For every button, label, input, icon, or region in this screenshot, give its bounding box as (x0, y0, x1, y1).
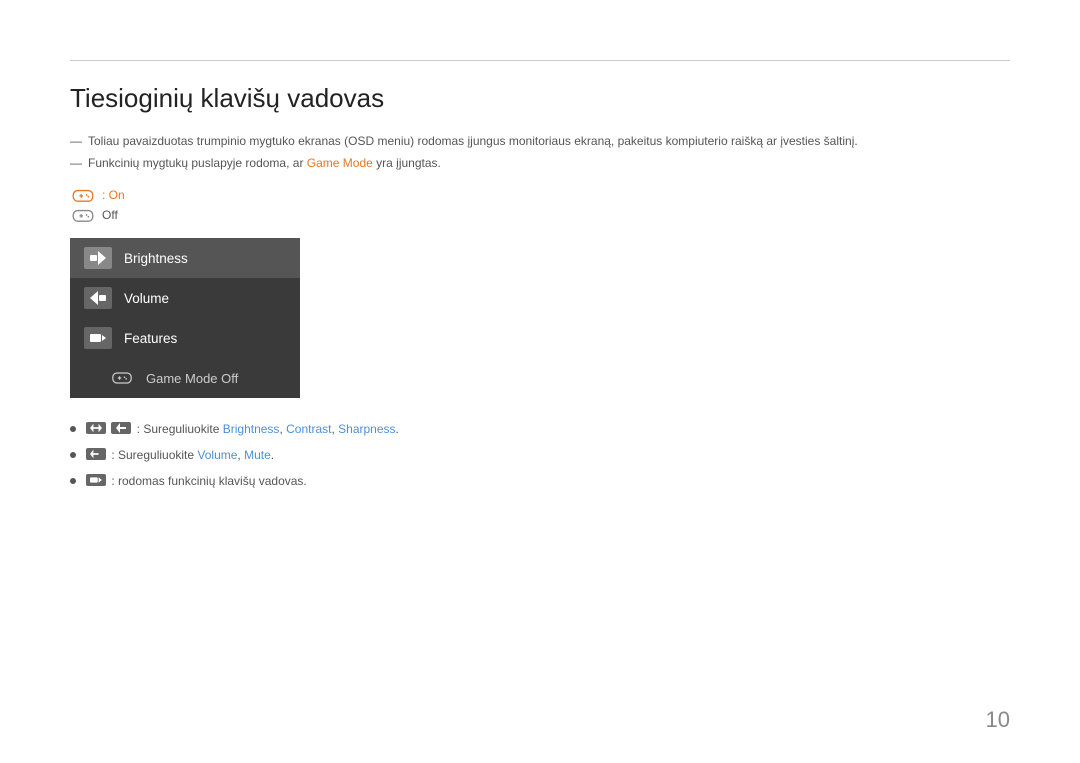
osd-gamemode-label: Game Mode Off (146, 371, 238, 386)
bullet-item-3: : rodomas funkcinių klavišų vadovas. (70, 472, 1010, 490)
link-sharpness[interactable]: Sharpness (338, 422, 395, 436)
gamemode-subitem-icon (108, 367, 136, 389)
gamepad-off-icon (70, 206, 96, 224)
game-mode-highlight: Game Mode (307, 156, 373, 170)
icon-status-block: : On Off (70, 186, 1010, 224)
bullet-text-2: : Sureguliuokite Volume, Mute. (86, 446, 274, 464)
desc-line-1: Toliau pavaizduotas trumpinio mygtuko ek… (70, 132, 1010, 150)
bullet-item-2: : Sureguliuokite Volume, Mute. (70, 446, 1010, 464)
features-btn-icon-inline (86, 474, 106, 486)
bullet-dot-3 (70, 478, 76, 484)
icon-off-line: Off (70, 206, 1010, 224)
link-mute[interactable]: Mute (244, 448, 271, 462)
osd-item-features[interactable]: Features (70, 318, 300, 358)
link-contrast[interactable]: Contrast (286, 422, 331, 436)
icon-on-line: : On (70, 186, 1010, 204)
left-right-btn-icon (86, 422, 106, 434)
gamepad-on-icon (70, 186, 96, 204)
osd-volume-label: Volume (124, 291, 169, 306)
left-btn-icon (111, 422, 131, 434)
top-divider (70, 60, 1010, 61)
osd-features-label: Features (124, 331, 177, 346)
bullet-text-3: : rodomas funkcinių klavišų vadovas. (86, 472, 307, 490)
volume-btn-icon-inline (86, 448, 106, 460)
osd-item-brightness[interactable]: Brightness (70, 238, 300, 278)
bullet-dot-2 (70, 452, 76, 458)
bullet-text-1: : Sureguliuokite Brightness, Contrast, S… (86, 420, 399, 438)
osd-menu: Brightness Volume Features (70, 238, 300, 398)
osd-item-volume[interactable]: Volume (70, 278, 300, 318)
page-title: Tiesioginių klavišų vadovas (70, 83, 1010, 114)
description-block: Toliau pavaizduotas trumpinio mygtuko ek… (70, 132, 1010, 172)
bullet-item-1: : Sureguliuokite Brightness, Contrast, S… (70, 420, 1010, 438)
link-brightness[interactable]: Brightness (223, 422, 280, 436)
osd-brightness-label: Brightness (124, 251, 188, 266)
desc-line-2: Funkcinių mygtukų puslapyje rodoma, ar G… (70, 154, 1010, 172)
volume-btn-icon (84, 287, 112, 309)
page-number: 10 (986, 707, 1010, 733)
brightness-btn-icon (84, 247, 112, 269)
icon-off-label: Off (102, 208, 118, 222)
bullets-section: : Sureguliuokite Brightness, Contrast, S… (70, 420, 1010, 490)
features-btn-icon (84, 327, 112, 349)
link-volume[interactable]: Volume (197, 448, 237, 462)
icon-on-label: : On (102, 188, 125, 202)
osd-subitem-gamemode: Game Mode Off (70, 358, 300, 398)
bullet-dot-1 (70, 426, 76, 432)
